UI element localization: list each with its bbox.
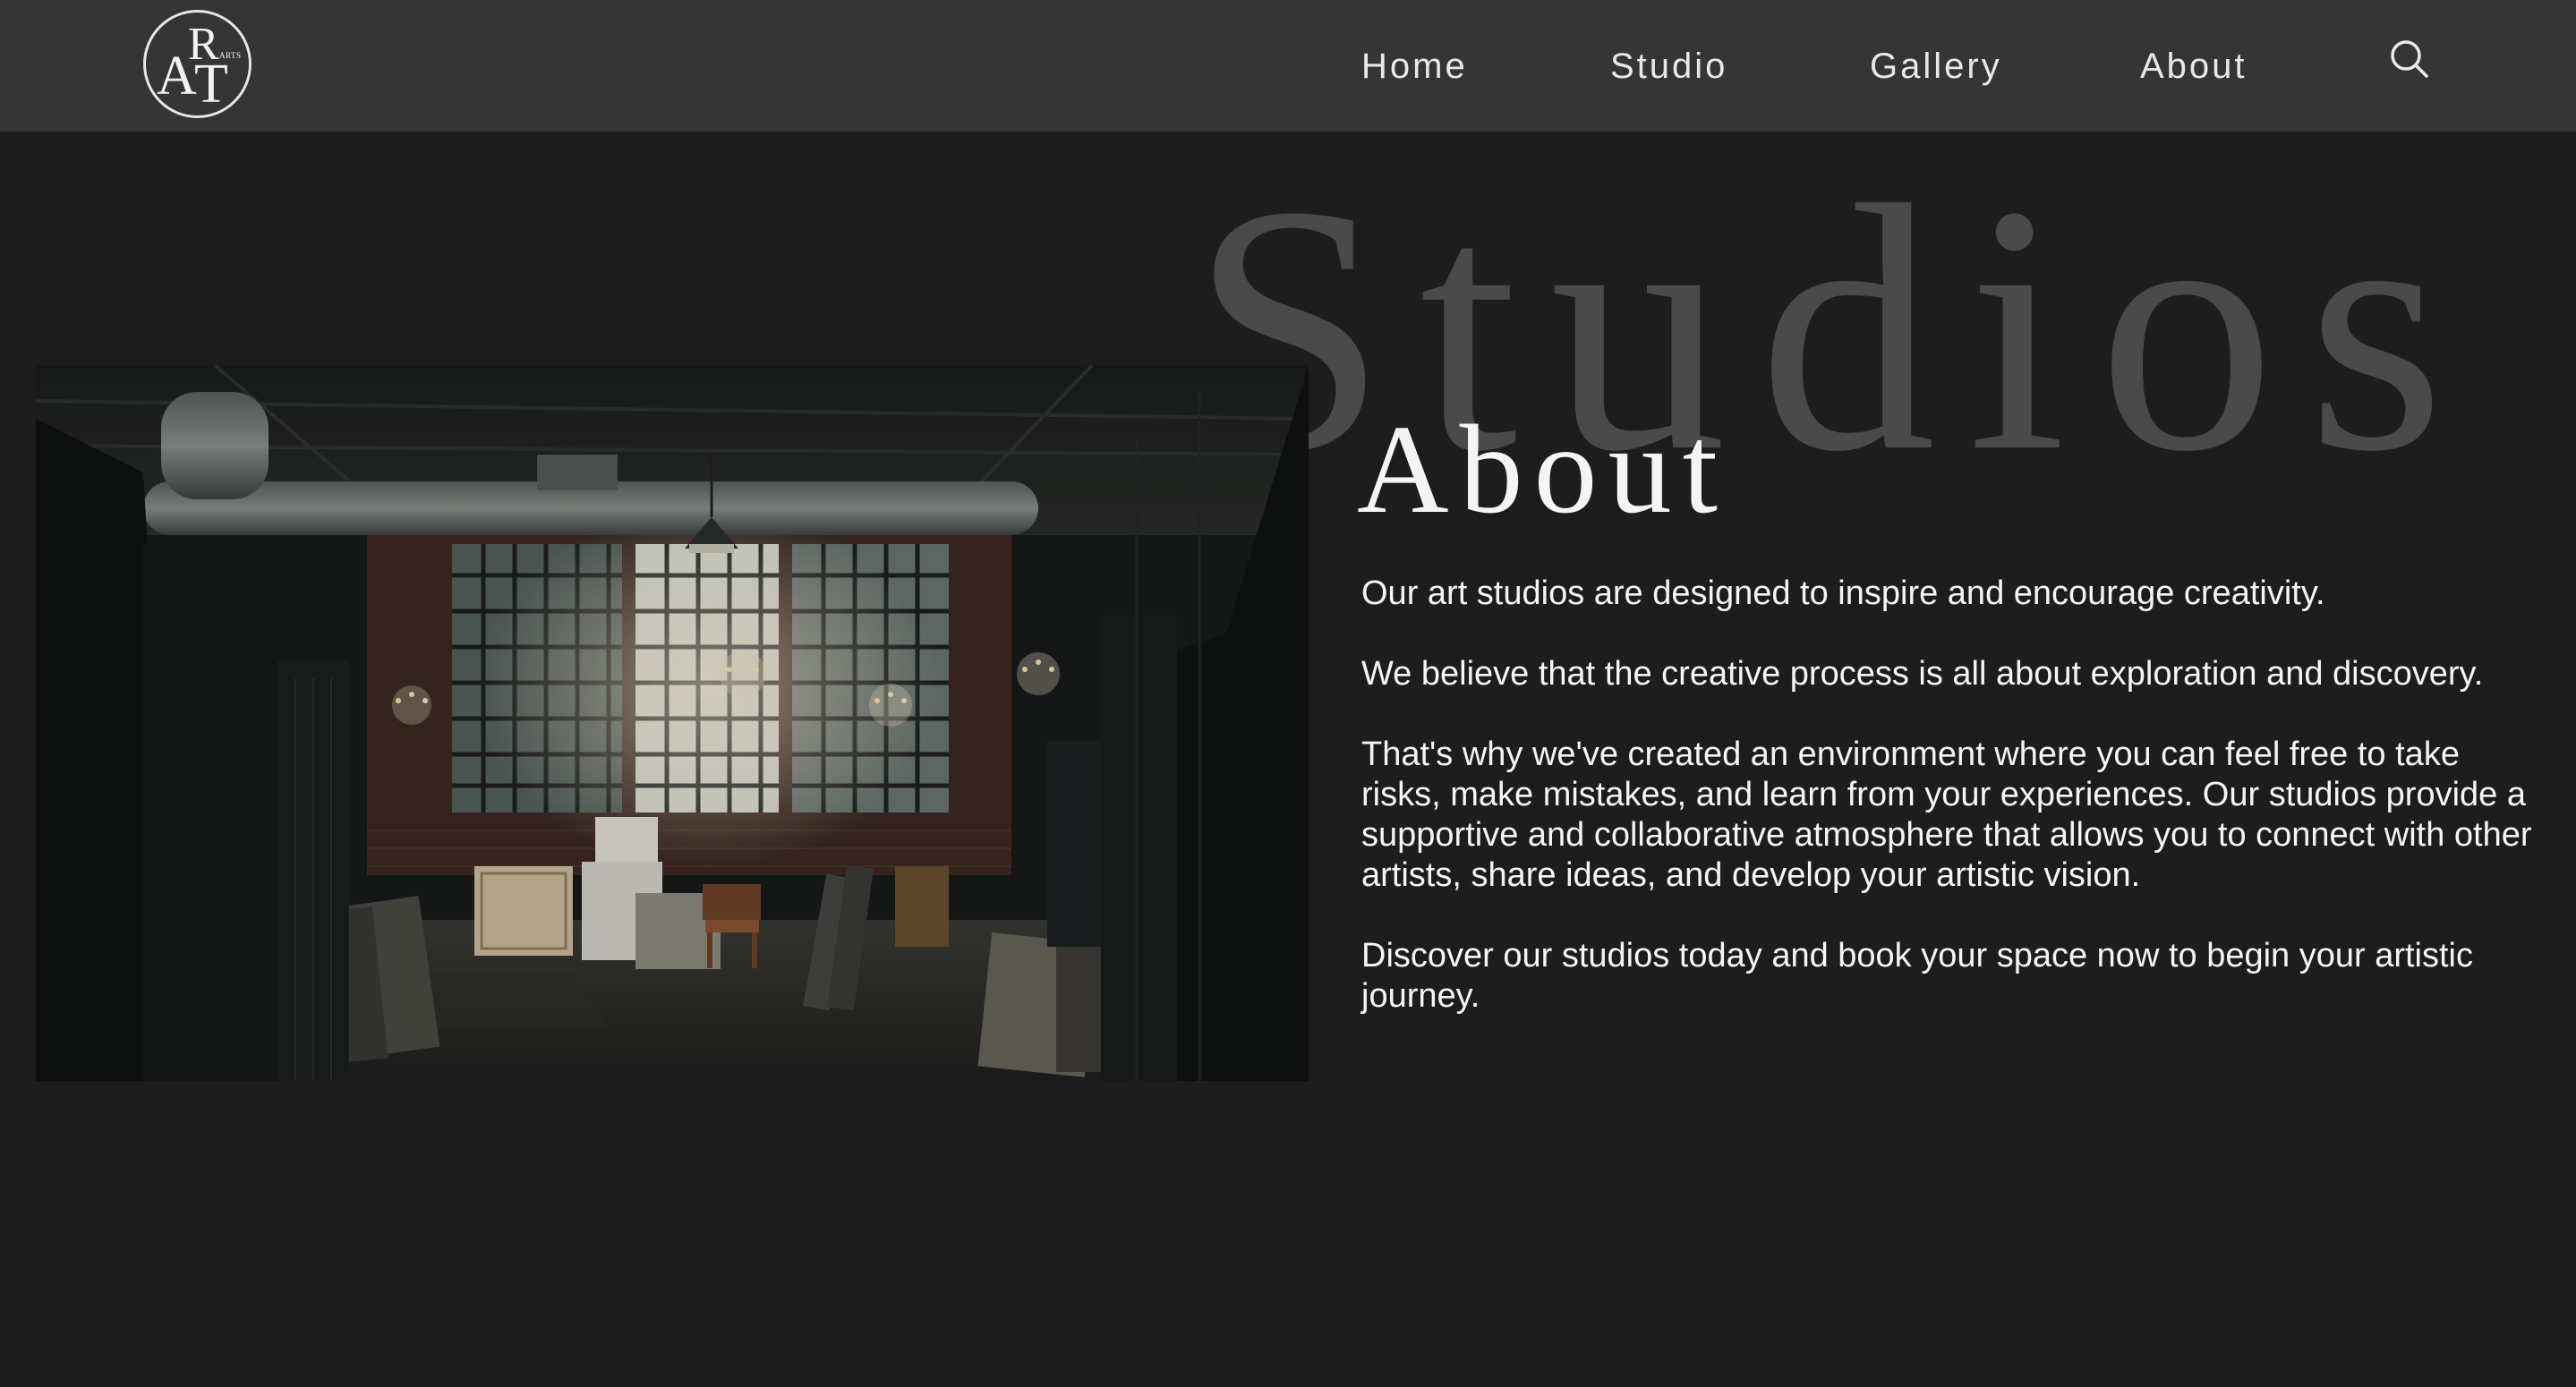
about-paragraph-1: Our art studios are designed to inspire … (1361, 574, 2325, 612)
nav-gallery[interactable]: Gallery (1870, 0, 2002, 132)
logo-letter-t: T (194, 54, 228, 115)
studio-photo (36, 365, 1309, 1081)
logo-letter-a: A (157, 46, 197, 106)
about-copy: Our art studios are designed to inspire … (1361, 574, 2543, 1057)
nav-home[interactable]: Home (1361, 0, 1468, 132)
nav-studio[interactable]: Studio (1610, 0, 1727, 132)
logo-small-text: ARTS (219, 51, 242, 60)
about-paragraph-2: We believe that the creative process is … (1361, 655, 2484, 693)
about-paragraph-4: Discover our studios today and book your… (1361, 937, 2473, 1015)
search-icon[interactable] (2388, 38, 2431, 81)
nav-about[interactable]: About (2140, 0, 2248, 132)
about-heading: About (1357, 398, 1728, 540)
about-paragraph-3: That's why we've created an environment … (1361, 736, 2532, 894)
site-logo[interactable]: R A T ARTS (143, 10, 252, 118)
site-header: R A T ARTS Home Studio Gallery About (0, 0, 2576, 132)
